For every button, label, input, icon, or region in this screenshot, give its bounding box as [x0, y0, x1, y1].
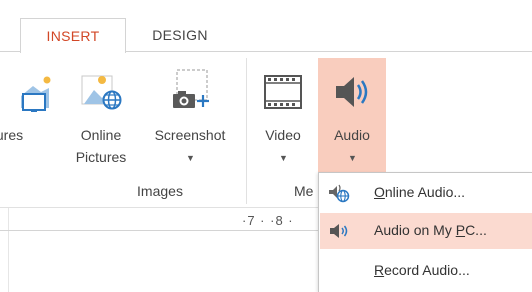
ruler-baseline — [0, 230, 318, 231]
screenshot-label: Screenshot — [154, 127, 226, 143]
ribbon-tab-strip: INSERT DESIGN — [0, 0, 532, 53]
audio-label: Audio — [334, 127, 370, 143]
speaker-icon — [336, 77, 368, 107]
audio-dropdown-menu: Online Audio... Audio on My PC... Record… — [318, 172, 532, 292]
group-label-images: Images — [137, 183, 183, 199]
menu-item-label: Record Audio... — [374, 262, 470, 278]
audio-file-icon — [330, 224, 348, 238]
menu-item-audio-on-my-pc[interactable]: Audio on My PC... — [320, 213, 532, 249]
chevron-down-icon: ▼ — [279, 153, 288, 163]
chevron-down-icon: ▼ — [186, 153, 195, 163]
tab-insert[interactable]: INSERT — [20, 18, 126, 53]
powerpoint-ribbon-window: INSERT DESIGN tures Online Pictures — [0, 0, 532, 292]
online-audio-icon — [329, 184, 350, 203]
audio-button[interactable]: Audio ▼ — [318, 58, 386, 186]
menu-item-label: Audio on My PC... — [374, 222, 487, 238]
screenshot-button[interactable]: Screenshot ▼ — [140, 60, 240, 178]
online-pictures-label-line2: Pictures — [75, 149, 127, 165]
video-label: Video — [265, 127, 301, 143]
chevron-down-icon: ▼ — [348, 153, 357, 163]
pictures-label: tures — [0, 127, 24, 143]
online-pictures-icon — [81, 75, 122, 110]
menu-item-label: Online Audio... — [374, 184, 466, 200]
video-button[interactable]: Video ▼ — [252, 60, 314, 178]
horizontal-ruler: ·7 · ·8 · — [242, 213, 294, 228]
menu-item-online-audio[interactable]: Online Audio... — [320, 175, 532, 211]
video-icon — [264, 75, 302, 109]
tab-design[interactable]: DESIGN — [134, 18, 226, 52]
pictures-icon — [21, 76, 51, 112]
pictures-button[interactable]: tures — [0, 60, 58, 178]
ruler-edge — [8, 208, 9, 292]
menu-item-record-audio[interactable]: Record Audio... — [320, 253, 532, 289]
online-pictures-button[interactable]: Online Pictures — [64, 60, 138, 178]
online-pictures-label-line1: Online — [80, 127, 122, 143]
screenshot-icon — [173, 69, 209, 108]
group-separator — [246, 58, 247, 204]
